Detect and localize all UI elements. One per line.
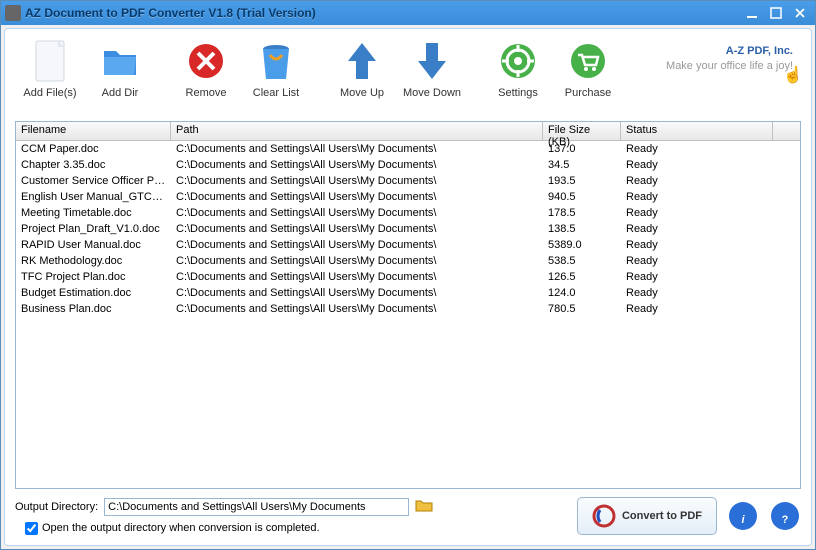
move-up-button[interactable]: Move Up xyxy=(327,37,397,99)
toolbar: Add File(s) Add Dir Remove Clear List Mo… xyxy=(15,37,801,117)
remove-icon xyxy=(184,39,228,83)
col-status[interactable]: Status xyxy=(621,122,773,140)
minimize-button[interactable] xyxy=(741,4,763,22)
clear-list-button[interactable]: Clear List xyxy=(241,37,311,99)
document-icon xyxy=(28,39,72,83)
col-filename[interactable]: Filename xyxy=(16,122,171,140)
open-after-checkbox[interactable] xyxy=(25,522,38,535)
main-window: AZ Document to PDF Converter V1.8 (Trial… xyxy=(0,0,816,550)
convert-button[interactable]: Convert to PDF xyxy=(577,497,717,535)
table-row[interactable]: TFC Project Plan.docC:\Documents and Set… xyxy=(16,269,800,285)
table-row[interactable]: Customer Service Officer PD....C:\Docume… xyxy=(16,173,800,189)
table-row[interactable]: RAPID User Manual.docC:\Documents and Se… xyxy=(16,237,800,253)
convert-icon xyxy=(592,504,616,528)
info-button[interactable]: i xyxy=(727,500,759,532)
output-dir-label: Output Directory: xyxy=(15,501,98,513)
app-icon xyxy=(5,5,21,21)
window-title: AZ Document to PDF Converter V1.8 (Trial… xyxy=(25,6,741,20)
table-row[interactable]: Budget Estimation.docC:\Documents and Se… xyxy=(16,285,800,301)
output-dir-input[interactable] xyxy=(104,498,409,516)
titlebar[interactable]: AZ Document to PDF Converter V1.8 (Trial… xyxy=(1,1,815,25)
grid-header: Filename Path File Size (KB) Status xyxy=(16,122,800,141)
open-after-label: Open the output directory when conversio… xyxy=(42,522,320,534)
purchase-button[interactable]: Purchase xyxy=(553,37,623,99)
add-files-button[interactable]: Add File(s) xyxy=(15,37,85,99)
gear-icon xyxy=(496,39,540,83)
add-dir-button[interactable]: Add Dir xyxy=(85,37,155,99)
grid-body[interactable]: CCM Paper.docC:\Documents and Settings\A… xyxy=(16,141,800,488)
content-frame: Add File(s) Add Dir Remove Clear List Mo… xyxy=(4,28,812,546)
col-path[interactable]: Path xyxy=(171,122,543,140)
table-row[interactable]: Business Plan.docC:\Documents and Settin… xyxy=(16,301,800,317)
cart-icon xyxy=(566,39,610,83)
table-row[interactable]: CCM Paper.docC:\Documents and Settings\A… xyxy=(16,141,800,157)
move-down-button[interactable]: Move Down xyxy=(397,37,467,99)
browse-folder-icon[interactable] xyxy=(415,498,433,515)
help-button[interactable]: ? xyxy=(769,500,801,532)
file-grid: Filename Path File Size (KB) Status CCM … xyxy=(15,121,801,489)
table-row[interactable]: Chapter 3.35.docC:\Documents and Setting… xyxy=(16,157,800,173)
col-size[interactable]: File Size (KB) xyxy=(543,122,621,140)
table-row[interactable]: English User Manual_GTC-71...C:\Document… xyxy=(16,189,800,205)
brand-logo: A-Z PDF, Inc. Make your office life a jo… xyxy=(666,37,801,72)
maximize-button[interactable] xyxy=(765,4,787,22)
trash-icon xyxy=(254,39,298,83)
footer: Output Directory: Open the output direct… xyxy=(15,497,801,535)
arrow-up-icon xyxy=(340,39,384,83)
svg-text:?: ? xyxy=(782,514,789,526)
remove-button[interactable]: Remove xyxy=(171,37,241,99)
arrow-down-icon xyxy=(410,39,454,83)
pointer-hand-icon: ☝ xyxy=(783,65,803,85)
folder-icon xyxy=(98,39,142,83)
table-row[interactable]: Meeting Timetable.docC:\Documents and Se… xyxy=(16,205,800,221)
table-row[interactable]: RK Methodology.docC:\Documents and Setti… xyxy=(16,253,800,269)
table-row[interactable]: Project Plan_Draft_V1.0.docC:\Documents … xyxy=(16,221,800,237)
settings-button[interactable]: Settings xyxy=(483,37,553,99)
close-button[interactable] xyxy=(789,4,811,22)
